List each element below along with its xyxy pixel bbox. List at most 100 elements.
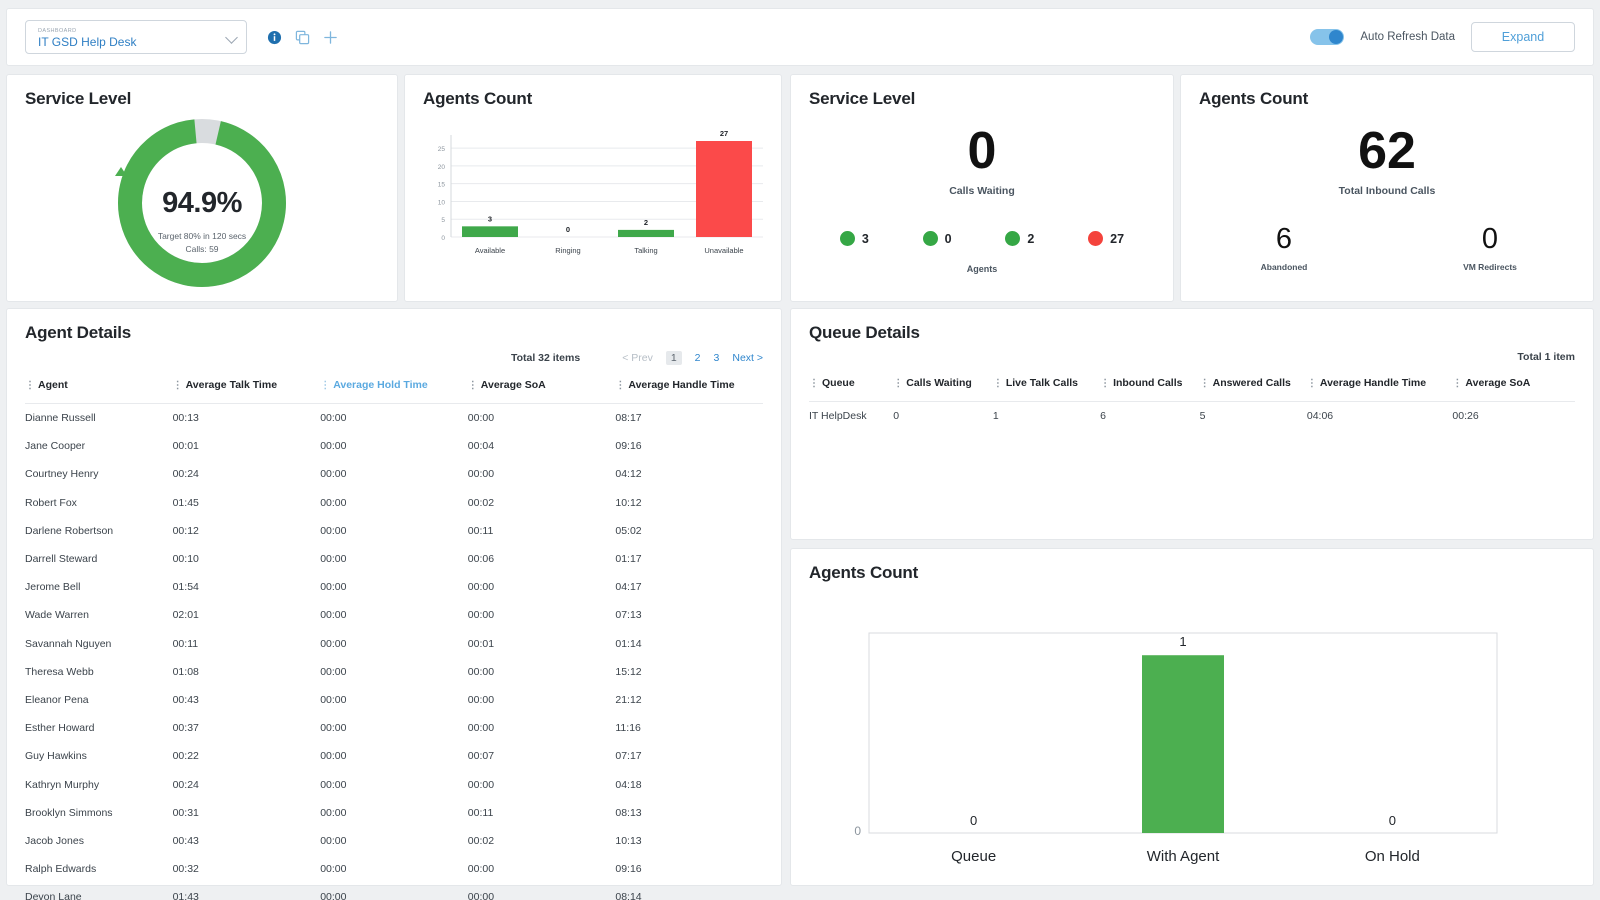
dashboard-select[interactable]: DASHBOARD IT GSD Help Desk [25, 20, 247, 54]
info-icon[interactable] [267, 30, 282, 45]
table-row[interactable]: Jacob Jones00:4300:0000:0210:13 [25, 827, 763, 855]
table-cell: 00:00 [468, 404, 616, 433]
sort-handle-icon: ⋮ [1307, 378, 1316, 389]
table-cell: 00:00 [468, 883, 616, 900]
table-cell: 00:00 [320, 827, 468, 855]
agents-count-bottom-title: Agents Count [809, 563, 1575, 583]
table-cell: 00:00 [320, 489, 468, 517]
queue-table-column-label: Inbound Calls [1113, 377, 1182, 389]
table-row[interactable]: Kathryn Murphy00:2400:0000:0004:18 [25, 770, 763, 798]
status-dot-value: 27 [1110, 232, 1124, 246]
agent-details-meta: Total 32 items < Prev 1 2 3 Next > [25, 351, 763, 365]
queue-table-column-header[interactable]: ⋮Calls Waiting [893, 363, 993, 402]
bar[interactable] [696, 141, 752, 237]
table-row[interactable]: Guy Hawkins00:2200:0000:0707:17 [25, 742, 763, 770]
table-row[interactable]: Wade Warren02:0100:0000:0007:13 [25, 601, 763, 629]
status-dot-value: 0 [945, 232, 952, 246]
table-cell: 00:01 [468, 630, 616, 658]
table-row[interactable]: Theresa Webb01:0800:0000:0015:12 [25, 658, 763, 686]
agent-table-column-header[interactable]: ⋮Average Handle Time [615, 365, 763, 404]
table-cell: 01:14 [615, 630, 763, 658]
queue-table-column-header[interactable]: ⋮Inbound Calls [1100, 363, 1200, 402]
plus-icon[interactable] [323, 30, 338, 45]
calls-waiting-caption: Calls Waiting [791, 185, 1173, 197]
table-cell: 00:00 [320, 573, 468, 601]
y-axis-tick-label: 25 [438, 146, 446, 153]
table-row[interactable]: Savannah Nguyen00:1100:0000:0101:14 [25, 630, 763, 658]
auto-refresh-toggle[interactable] [1310, 29, 1344, 45]
sort-handle-icon: ⋮ [809, 378, 818, 389]
agents-count-kpi-card: Agents Count 62 Total Inbound Calls 6 Ab… [1180, 74, 1594, 302]
pager-next[interactable]: Next > [732, 352, 763, 364]
agent-details-card: Agent Details Total 32 items < Prev 1 2 … [6, 308, 782, 886]
agent-table-column-header[interactable]: ⋮Average SoA [468, 365, 616, 404]
table-cell: Robert Fox [25, 489, 173, 517]
pager-page-2[interactable]: 2 [695, 352, 701, 364]
table-cell: 00:13 [173, 404, 321, 433]
status-dot-value: 2 [1027, 232, 1034, 246]
agent-table-body: Dianne Russell00:1300:0000:0008:17Jane C… [25, 404, 763, 900]
copy-icon[interactable] [295, 30, 310, 45]
table-row[interactable]: Darrell Steward00:1000:0000:0601:17 [25, 545, 763, 573]
table-row[interactable]: Ralph Edwards00:3200:0000:0009:16 [25, 855, 763, 883]
agent-status-dot-0: 3 [840, 231, 869, 246]
table-cell: 08:17 [615, 404, 763, 433]
table-cell: Devon Lane [25, 883, 173, 900]
agent-table-column-header[interactable]: ⋮Agent [25, 365, 173, 404]
table-row[interactable]: Robert Fox01:4500:0000:0210:12 [25, 489, 763, 517]
y-axis-tick-label: 20 [438, 164, 446, 171]
service-level-donut-card: Service Level 94.9% Target 80% in 120 se… [6, 74, 398, 302]
y-axis-tick-label: 0 [441, 235, 445, 242]
table-row[interactable]: Jane Cooper00:0100:0000:0409:16 [25, 432, 763, 460]
bar-value-label: 27 [720, 129, 728, 138]
agent-table-column-header[interactable]: ⋮Average Hold Time [320, 365, 468, 404]
bar[interactable] [1142, 655, 1224, 833]
pager-prev[interactable]: < Prev [622, 352, 653, 364]
table-cell: 04:06 [1307, 402, 1453, 431]
table-cell: 08:14 [615, 883, 763, 900]
table-cell: 00:22 [173, 742, 321, 770]
table-row[interactable]: Brooklyn Simmons00:3100:0000:1108:13 [25, 799, 763, 827]
bar[interactable] [618, 230, 674, 237]
table-cell: 05:02 [615, 517, 763, 545]
queue-table-column-header[interactable]: ⋮Average Handle Time [1307, 363, 1453, 402]
queue-table-column-header[interactable]: ⋮Average SoA [1452, 363, 1575, 402]
table-row[interactable]: Esther Howard00:3700:0000:0011:16 [25, 714, 763, 742]
vm-redirects-label: VM Redirects [1387, 262, 1593, 272]
table-row[interactable]: Dianne Russell00:1300:0000:0008:17 [25, 404, 763, 433]
table-cell: IT HelpDesk [809, 402, 893, 431]
queue-table-column-header[interactable]: ⋮Live Talk Calls [993, 363, 1100, 402]
table-row[interactable]: Darlene Robertson00:1200:0000:1105:02 [25, 517, 763, 545]
queue-details-card: Queue Details Total 1 item ⋮Queue⋮Calls … [790, 308, 1594, 540]
table-cell: Brooklyn Simmons [25, 799, 173, 827]
table-cell: 00:26 [1452, 402, 1575, 431]
agent-table-column-label: Agent [38, 379, 68, 391]
pager-page-3[interactable]: 3 [714, 352, 720, 364]
table-row[interactable]: Eleanor Pena00:4300:0000:0021:12 [25, 686, 763, 714]
sort-handle-icon: ⋮ [1200, 378, 1209, 389]
abandoned-label: Abandoned [1181, 262, 1387, 272]
agent-table-column-header[interactable]: ⋮Average Talk Time [173, 365, 321, 404]
agents-count-kpi-title: Agents Count [1199, 89, 1575, 109]
status-dot-value: 3 [862, 232, 869, 246]
table-cell: 6 [1100, 402, 1200, 431]
pager-page-1[interactable]: 1 [666, 351, 682, 365]
table-cell: 00:00 [468, 460, 616, 488]
queue-table-column-header[interactable]: ⋮Queue [809, 363, 893, 402]
table-cell: 00:00 [468, 770, 616, 798]
agent-table-header-row: ⋮Agent⋮Average Talk Time⋮Average Hold Ti… [25, 365, 763, 404]
bar-value-label: 3 [488, 214, 492, 223]
queue-table-column-header[interactable]: ⋮Answered Calls [1200, 363, 1307, 402]
table-row[interactable]: Jerome Bell01:5400:0000:0004:17 [25, 573, 763, 601]
table-cell: 00:00 [468, 573, 616, 601]
table-row[interactable]: Devon Lane01:4300:0000:0008:14 [25, 883, 763, 900]
bar[interactable] [462, 226, 518, 237]
table-row[interactable]: IT HelpDesk016504:0600:26 [809, 402, 1575, 431]
agent-table-column-label: Average Handle Time [628, 379, 734, 391]
table-row[interactable]: Courtney Henry00:2400:0000:0004:12 [25, 460, 763, 488]
table-cell: Eleanor Pena [25, 686, 173, 714]
x-axis-tick-label: Available [475, 246, 505, 255]
agent-details-pager: < Prev 1 2 3 Next > [622, 351, 763, 365]
expand-button[interactable]: Expand [1471, 22, 1575, 52]
agent-status-dots: 3 0 2 27 [791, 231, 1173, 246]
